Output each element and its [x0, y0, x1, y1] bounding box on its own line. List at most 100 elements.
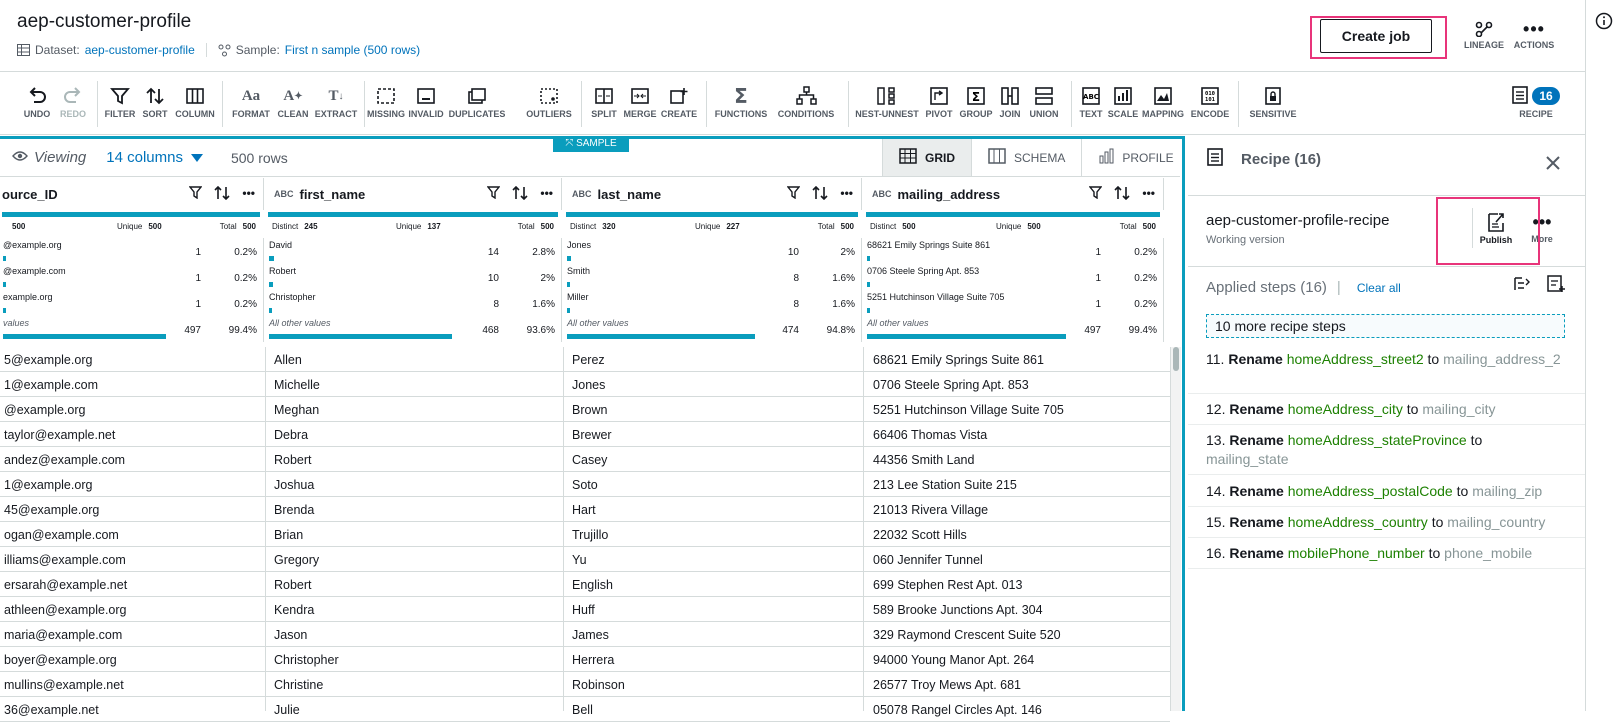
table-row[interactable]: taylor@example.net Debra Brewer 66406 Thoma…	[0, 422, 1170, 447]
table-cell[interactable]: 329 Raymond Crescent Suite 520	[873, 628, 1163, 642]
table-cell[interactable]: English	[572, 578, 852, 592]
publish-button[interactable]: Publish	[1473, 210, 1519, 245]
create-job-button[interactable]: Create job	[1320, 19, 1432, 53]
table-cell[interactable]: Jason	[274, 628, 554, 642]
table-cell[interactable]: andez@example.com	[4, 453, 254, 467]
value-distribution-row[interactable]: Christopher 8 1.6%	[266, 290, 562, 316]
recipe-step[interactable]: 15. Rename homeAddress_country to mailin…	[1206, 513, 1565, 532]
more-dots-icon[interactable]: •••	[840, 186, 853, 203]
column-header[interactable]: ABC mailing_address •••	[864, 178, 1164, 210]
column-button[interactable]: COLUMN	[174, 83, 216, 119]
table-cell[interactable]: 213 Lee Station Suite 215	[873, 478, 1163, 492]
tab-schema[interactable]: SCHEMA	[971, 139, 1081, 176]
table-cell[interactable]: 1@example.org	[4, 478, 254, 492]
table-cell[interactable]: James	[572, 628, 852, 642]
filter-icon[interactable]	[1088, 186, 1103, 203]
recipe-step[interactable]: 16. Rename mobilePhone_number to phone_m…	[1206, 544, 1565, 563]
table-cell[interactable]: 699 Stephen Rest Apt. 013	[873, 578, 1163, 592]
close-icon[interactable]	[1545, 155, 1561, 176]
table-cell[interactable]: 060 Jennifer Tunnel	[873, 553, 1163, 567]
table-cell[interactable]: mullins@example.net	[4, 678, 254, 692]
sort-button[interactable]: SORT	[138, 83, 172, 119]
scale-button[interactable]: SCALE	[1107, 83, 1139, 119]
table-cell[interactable]: Huff	[572, 603, 852, 617]
table-cell[interactable]: 1@example.com	[4, 378, 254, 392]
sort-icon[interactable]	[512, 185, 528, 203]
tab-grid[interactable]: GRID	[882, 139, 971, 176]
merge-button[interactable]: MERGE	[622, 83, 658, 119]
table-row[interactable]: andez@example.com Robert Casey 44356 Smith …	[0, 447, 1170, 472]
table-cell[interactable]: Kendra	[274, 603, 554, 617]
table-cell[interactable]: Brown	[572, 403, 852, 417]
table-cell[interactable]: illiams@example.com	[4, 553, 254, 567]
table-row[interactable]: @example.org Meghan Brown 5251 Hutchinson V…	[0, 397, 1170, 422]
table-cell[interactable]: 0706 Steele Spring Apt. 853	[873, 378, 1163, 392]
table-row[interactable]: 45@example.org Brenda Hart 21013 Rivera Vil…	[0, 497, 1170, 522]
outliers-button[interactable]: OUTLIERS	[526, 83, 572, 119]
column-header[interactable]: ABC last_name •••	[564, 178, 862, 210]
table-cell[interactable]: Perez	[572, 353, 852, 367]
table-cell[interactable]: Soto	[572, 478, 852, 492]
table-cell[interactable]: Christopher	[274, 653, 554, 667]
value-distribution-row[interactable]: All other values 468 93.6%	[266, 316, 562, 342]
clean-button[interactable]: A ✦ CLEAN	[274, 83, 312, 120]
filter-button[interactable]: FILTER	[103, 83, 137, 119]
table-cell[interactable]: Yu	[572, 553, 852, 567]
table-cell[interactable]: Trujillo	[572, 528, 852, 542]
table-cell[interactable]: Robinson	[572, 678, 852, 692]
recipe-step[interactable]: 14. Rename homeAddress_postalCode to mai…	[1206, 482, 1565, 501]
recipe-step[interactable]: 13. Rename homeAddress_stateProvince to …	[1206, 431, 1565, 469]
table-row[interactable]: maria@example.com Jason James 329 Raymond C…	[0, 622, 1170, 647]
value-distribution-row[interactable]: Miller 8 1.6%	[564, 290, 862, 316]
extract-button[interactable]: T ↓ EXTRACT	[313, 83, 359, 120]
redo-button[interactable]: REDO	[56, 83, 90, 119]
table-cell[interactable]: Brewer	[572, 428, 852, 442]
format-button[interactable]: Aa FORMAT	[229, 83, 273, 120]
info-icon[interactable]	[1595, 12, 1613, 30]
table-cell[interactable]: 66406 Thomas Vista	[873, 428, 1163, 442]
value-distribution-row[interactable]: 5251 Hutchinson Village Suite 705 1 0.2%	[864, 290, 1164, 316]
more-dots-icon[interactable]: •••	[1142, 186, 1155, 203]
join-button[interactable]: JOIN	[995, 83, 1025, 119]
value-distribution-row[interactable]: @example.com 1 0.2%	[0, 264, 264, 290]
table-cell[interactable]: 44356 Smith Land	[873, 453, 1163, 467]
group-button[interactable]: Σ GROUP	[958, 83, 994, 119]
dataset-link[interactable]: aep-customer-profile	[85, 43, 195, 57]
table-cell[interactable]: Debra	[274, 428, 554, 442]
sensitive-button[interactable]: SENSITIVE	[1246, 83, 1300, 119]
table-row[interactable]: 5@example.org Allen Perez 68621 Emily Sprin…	[0, 347, 1170, 372]
table-cell[interactable]: Brian	[274, 528, 554, 542]
value-distribution-row[interactable]: David 14 2.8%	[266, 238, 562, 264]
undo-button[interactable]: UNDO	[20, 83, 54, 119]
table-cell[interactable]: Robert	[274, 578, 554, 592]
table-row[interactable]: mullins@example.net Christine Robinson 2657…	[0, 672, 1170, 697]
table-cell[interactable]: 26577 Troy Mews Apt. 681	[873, 678, 1163, 692]
table-cell[interactable]: Brenda	[274, 503, 554, 517]
sort-icon[interactable]	[1114, 185, 1130, 203]
table-cell[interactable]: 589 Brooke Junctions Apt. 304	[873, 603, 1163, 617]
value-distribution-row[interactable]: @example.org 1 0.2%	[0, 238, 264, 264]
column-header[interactable]: ource_ID •••	[0, 178, 264, 210]
sort-icon[interactable]	[812, 185, 828, 203]
table-cell[interactable]: 21013 Rivera Village	[873, 503, 1163, 517]
value-distribution-row[interactable]: 0706 Steele Spring Apt. 853 1 0.2%	[864, 264, 1164, 290]
table-cell[interactable]: 05078 Rangel Circles Apt. 146	[873, 703, 1163, 717]
table-cell[interactable]: Michelle	[274, 378, 554, 392]
table-cell[interactable]: Hart	[572, 503, 852, 517]
value-distribution-row[interactable]: example.org 1 0.2%	[0, 290, 264, 316]
create-button[interactable]: CREATE	[660, 83, 698, 119]
more-recipe-steps[interactable]: 10 more recipe steps	[1206, 314, 1565, 338]
table-cell[interactable]: 5@example.org	[4, 353, 254, 367]
tab-profile[interactable]: PROFILE	[1081, 139, 1189, 176]
conditions-button[interactable]: CONDITIONS	[773, 83, 839, 119]
value-distribution-row[interactable]: Jones 10 2%	[564, 238, 862, 264]
collapse-steps-icon[interactable]	[1513, 275, 1531, 298]
filter-icon[interactable]	[188, 186, 203, 203]
table-cell[interactable]: Bell	[572, 703, 852, 717]
invalid-button[interactable]: INVALID	[406, 83, 446, 119]
value-distribution-row[interactable]: All other values 497 99.4%	[864, 316, 1164, 342]
table-cell[interactable]: Casey	[572, 453, 852, 467]
table-cell[interactable]: Robert	[274, 453, 554, 467]
filter-icon[interactable]	[486, 186, 501, 203]
recipe-button[interactable]: 16 RECIPE	[1505, 83, 1567, 119]
